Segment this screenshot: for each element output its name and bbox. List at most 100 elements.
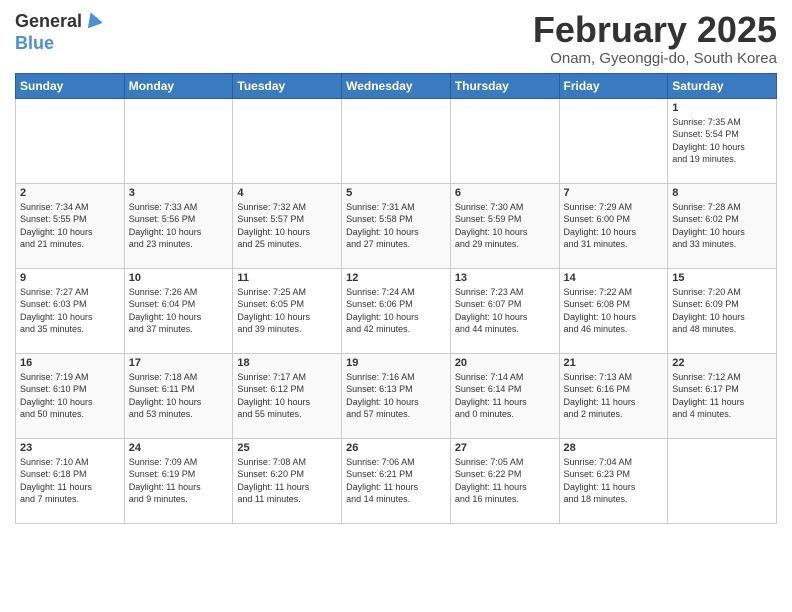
day-info: Sunrise: 7:22 AM Sunset: 6:08 PM Dayligh… — [564, 286, 664, 336]
day-info: Sunrise: 7:31 AM Sunset: 5:58 PM Dayligh… — [346, 201, 446, 251]
location-subtitle: Onam, Gyeonggi-do, South Korea — [533, 50, 777, 67]
day-info: Sunrise: 7:24 AM Sunset: 6:06 PM Dayligh… — [346, 286, 446, 336]
weekday-header-sunday: Sunday — [16, 73, 125, 98]
day-number: 19 — [346, 357, 446, 369]
calendar-cell: 4Sunrise: 7:32 AM Sunset: 5:57 PM Daylig… — [233, 183, 342, 268]
day-info: Sunrise: 7:19 AM Sunset: 6:10 PM Dayligh… — [20, 371, 120, 421]
calendar-body: 1Sunrise: 7:35 AM Sunset: 5:54 PM Daylig… — [16, 98, 777, 523]
day-info: Sunrise: 7:20 AM Sunset: 6:09 PM Dayligh… — [672, 286, 772, 336]
calendar-cell: 26 Sunrise: 7:06 AM Sunset: 6:21 PM Dayli… — [342, 438, 451, 523]
calendar-table: SundayMondayTuesdayWednesdayThursdayFrid… — [15, 73, 777, 524]
day-number: 10 — [129, 272, 229, 284]
day-number: 21 — [564, 357, 664, 369]
weekday-header-saturday: Saturday — [668, 73, 777, 98]
day-info: Sunrise: 7:14 AM Sunset: 6:14 PM Dayligh… — [455, 371, 555, 421]
week-row-3: 9 Sunrise: 7:27 AM Sunset: 6:03 PM Daylig… — [16, 268, 777, 353]
day-info: Sunrise: 7:30 AM Sunset: 5:59 PM Dayligh… — [455, 201, 555, 251]
logo: General Blue — [15, 10, 102, 54]
day-number: 9 — [20, 272, 120, 284]
day-number: 11 — [237, 272, 337, 284]
day-number: 23 — [20, 442, 120, 454]
calendar-cell: 14 Sunrise: 7:22 AM Sunset: 6:08 PM Dayli… — [559, 268, 668, 353]
calendar-cell: 10 Sunrise: 7:26 AM Sunset: 6:04 PM Dayli… — [124, 268, 233, 353]
day-info: Sunrise: 7:26 AM Sunset: 6:04 PM Dayligh… — [129, 286, 229, 336]
day-info: Sunrise: 7:25 AM Sunset: 6:05 PM Dayligh… — [237, 286, 337, 336]
calendar-cell: 16 Sunrise: 7:19 AM Sunset: 6:10 PM Dayli… — [16, 353, 125, 438]
day-number: 25 — [237, 442, 337, 454]
day-info: Sunrise: 7:13 AM Sunset: 6:16 PM Dayligh… — [564, 371, 664, 421]
calendar-cell: 9 Sunrise: 7:27 AM Sunset: 6:03 PM Daylig… — [16, 268, 125, 353]
calendar-cell: 12 Sunrise: 7:24 AM Sunset: 6:06 PM Dayli… — [342, 268, 451, 353]
day-info: Sunrise: 7:29 AM Sunset: 6:00 PM Dayligh… — [564, 201, 664, 251]
day-number: 8 — [672, 187, 772, 199]
day-number: 12 — [346, 272, 446, 284]
calendar-cell: 21 Sunrise: 7:13 AM Sunset: 6:16 PM Dayli… — [559, 353, 668, 438]
calendar-cell — [559, 98, 668, 183]
weekday-header-friday: Friday — [559, 73, 668, 98]
weekday-header-wednesday: Wednesday — [342, 73, 451, 98]
logo-triangle-icon — [84, 10, 102, 33]
calendar-cell: 23 Sunrise: 7:10 AM Sunset: 6:18 PM Dayli… — [16, 438, 125, 523]
calendar-cell — [124, 98, 233, 183]
day-info: Sunrise: 7:12 AM Sunset: 6:17 PM Dayligh… — [672, 371, 772, 421]
day-number: 28 — [564, 442, 664, 454]
calendar-cell: 20 Sunrise: 7:14 AM Sunset: 6:14 PM Dayli… — [450, 353, 559, 438]
day-info: Sunrise: 7:17 AM Sunset: 6:12 PM Dayligh… — [237, 371, 337, 421]
day-number: 7 — [564, 187, 664, 199]
week-row-2: 2Sunrise: 7:34 AM Sunset: 5:55 PM Daylig… — [16, 183, 777, 268]
day-info: Sunrise: 7:28 AM Sunset: 6:02 PM Dayligh… — [672, 201, 772, 251]
day-info: Sunrise: 7:35 AM Sunset: 5:54 PM Dayligh… — [672, 116, 772, 166]
weekday-header-row: SundayMondayTuesdayWednesdayThursdayFrid… — [16, 73, 777, 98]
calendar-cell — [16, 98, 125, 183]
calendar-cell — [450, 98, 559, 183]
day-number: 16 — [20, 357, 120, 369]
page-header: General Blue February 2025 Onam, Gyeongg… — [15, 10, 777, 67]
week-row-5: 23 Sunrise: 7:10 AM Sunset: 6:18 PM Dayli… — [16, 438, 777, 523]
calendar-cell: 11 Sunrise: 7:25 AM Sunset: 6:05 PM Dayli… — [233, 268, 342, 353]
day-number: 22 — [672, 357, 772, 369]
day-number: 24 — [129, 442, 229, 454]
calendar-cell: 25 Sunrise: 7:08 AM Sunset: 6:20 PM Dayli… — [233, 438, 342, 523]
day-info: Sunrise: 7:09 AM Sunset: 6:19 PM Dayligh… — [129, 456, 229, 506]
day-number: 26 — [346, 442, 446, 454]
day-number: 27 — [455, 442, 555, 454]
day-number: 13 — [455, 272, 555, 284]
day-number: 6 — [455, 187, 555, 199]
day-info: Sunrise: 7:06 AM Sunset: 6:21 PM Dayligh… — [346, 456, 446, 506]
calendar-cell — [342, 98, 451, 183]
day-number: 2 — [20, 187, 120, 199]
day-number: 18 — [237, 357, 337, 369]
day-number: 14 — [564, 272, 664, 284]
day-info: Sunrise: 7:33 AM Sunset: 5:56 PM Dayligh… — [129, 201, 229, 251]
day-info: Sunrise: 7:23 AM Sunset: 6:07 PM Dayligh… — [455, 286, 555, 336]
calendar-cell: 2Sunrise: 7:34 AM Sunset: 5:55 PM Daylig… — [16, 183, 125, 268]
title-area: February 2025 Onam, Gyeonggi-do, South K… — [533, 10, 777, 67]
logo-blue-text: Blue — [15, 33, 54, 53]
calendar-cell — [233, 98, 342, 183]
calendar-cell: 27 Sunrise: 7:05 AM Sunset: 6:22 PM Dayli… — [450, 438, 559, 523]
day-info: Sunrise: 7:18 AM Sunset: 6:11 PM Dayligh… — [129, 371, 229, 421]
calendar-cell: 18 Sunrise: 7:17 AM Sunset: 6:12 PM Dayli… — [233, 353, 342, 438]
day-number: 20 — [455, 357, 555, 369]
day-info: Sunrise: 7:05 AM Sunset: 6:22 PM Dayligh… — [455, 456, 555, 506]
day-info: Sunrise: 7:08 AM Sunset: 6:20 PM Dayligh… — [237, 456, 337, 506]
weekday-header-tuesday: Tuesday — [233, 73, 342, 98]
calendar-cell: 15 Sunrise: 7:20 AM Sunset: 6:09 PM Dayli… — [668, 268, 777, 353]
day-number: 15 — [672, 272, 772, 284]
week-row-1: 1Sunrise: 7:35 AM Sunset: 5:54 PM Daylig… — [16, 98, 777, 183]
calendar-cell: 3 Sunrise: 7:33 AM Sunset: 5:56 PM Daylig… — [124, 183, 233, 268]
day-info: Sunrise: 7:04 AM Sunset: 6:23 PM Dayligh… — [564, 456, 664, 506]
calendar-cell: 13 Sunrise: 7:23 AM Sunset: 6:07 PM Dayli… — [450, 268, 559, 353]
calendar-cell: 19Sunrise: 7:16 AM Sunset: 6:13 PM Dayli… — [342, 353, 451, 438]
day-number: 4 — [237, 187, 337, 199]
calendar-cell: 17Sunrise: 7:18 AM Sunset: 6:11 PM Dayli… — [124, 353, 233, 438]
day-info: Sunrise: 7:10 AM Sunset: 6:18 PM Dayligh… — [20, 456, 120, 506]
day-number: 3 — [129, 187, 229, 199]
calendar-cell: 7 Sunrise: 7:29 AM Sunset: 6:00 PM Daylig… — [559, 183, 668, 268]
calendar-cell: 28 Sunrise: 7:04 AM Sunset: 6:23 PM Dayli… — [559, 438, 668, 523]
logo-general-text: General — [15, 11, 82, 32]
day-info: Sunrise: 7:27 AM Sunset: 6:03 PM Dayligh… — [20, 286, 120, 336]
month-title: February 2025 — [533, 10, 777, 50]
day-number: 5 — [346, 187, 446, 199]
calendar-cell — [668, 438, 777, 523]
